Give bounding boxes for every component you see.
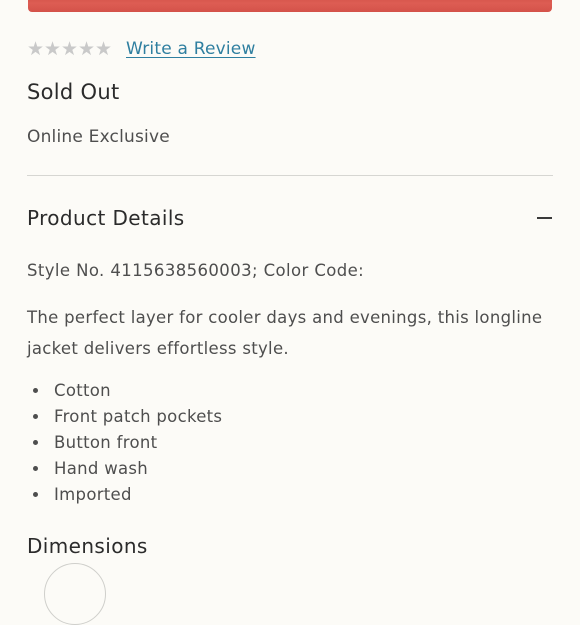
style-number: Style No. 4115638560003; Color Code: (27, 261, 365, 280)
write-review-link[interactable]: Write a Review (126, 39, 256, 59)
product-details-toggle[interactable]: Product Details (27, 202, 553, 234)
minus-icon[interactable] (536, 210, 552, 226)
product-description: The perfect layer for cooler days and ev… (27, 308, 543, 358)
dimensions-title: Dimensions (27, 534, 148, 558)
star-icon: ★ (95, 37, 113, 60)
feature-text: Imported (54, 484, 132, 504)
feature-text: Front patch pockets (54, 406, 223, 426)
feature-text: Cotton (54, 380, 111, 400)
list-item: Button front (27, 429, 222, 455)
bullet-icon (33, 387, 38, 393)
dimension-swatch[interactable] (44, 563, 106, 625)
feature-text: Button front (54, 432, 158, 452)
bullet-icon (33, 413, 38, 419)
bullet-icon (33, 439, 38, 445)
section-divider (27, 175, 553, 176)
star-rating[interactable]: ★ ★ ★ ★ ★ (27, 37, 113, 60)
availability-status: Sold Out (27, 80, 120, 104)
product-image[interactable] (28, 0, 552, 12)
star-icon: ★ (78, 37, 96, 60)
list-item: Hand wash (27, 455, 222, 481)
rating-row: ★ ★ ★ ★ ★ Write a Review (27, 36, 256, 62)
star-icon: ★ (27, 37, 45, 60)
feature-text: Hand wash (54, 458, 149, 478)
product-details-title: Product Details (27, 206, 185, 230)
list-item: Imported (27, 481, 222, 507)
feature-list: Cotton Front patch pockets Button front … (27, 377, 222, 507)
list-item: Cotton (27, 377, 222, 403)
star-icon: ★ (44, 37, 62, 60)
exclusivity-label: Online Exclusive (27, 127, 170, 147)
list-item: Front patch pockets (27, 403, 222, 429)
bullet-icon (33, 465, 38, 471)
star-icon: ★ (61, 37, 79, 60)
bullet-icon (33, 491, 38, 497)
